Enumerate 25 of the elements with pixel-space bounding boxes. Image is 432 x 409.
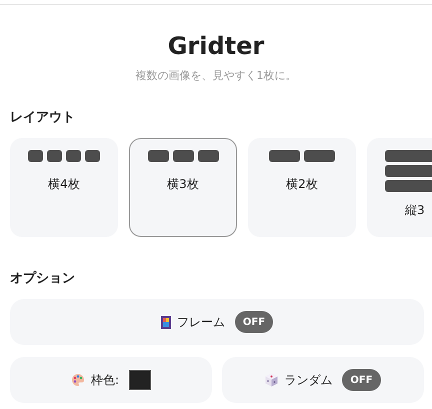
color-swatch[interactable] — [129, 370, 152, 390]
layout-label: 横3枚 — [167, 176, 199, 192]
option-label: ランダム — [284, 372, 332, 388]
layout-preview-icon — [28, 150, 100, 162]
palette-icon — [70, 373, 85, 387]
section-heading: オプション — [10, 270, 76, 288]
layout-option[interactable]: 縦3 — [367, 138, 432, 237]
frame-icon — [160, 316, 171, 328]
app-title: Gridter — [166, 31, 266, 61]
dice-icon — [265, 373, 278, 387]
layout-label: 横2枚 — [286, 176, 318, 192]
layout-option[interactable]: 横3枚 — [129, 138, 237, 237]
layout-label: 縦3 — [405, 202, 425, 218]
layout-option[interactable]: 横2枚 — [248, 138, 356, 237]
layout-preview-icon — [385, 150, 432, 192]
random-toggle[interactable]: OFF — [342, 369, 381, 391]
layout-preview-icon — [269, 150, 335, 162]
option-label: 枠色: — [90, 372, 120, 388]
layout-preview-icon — [148, 150, 218, 162]
frame-toggle[interactable]: OFF — [234, 311, 274, 333]
app-subtitle: 複数の画像を、見やすく1枚に。 — [134, 68, 298, 84]
section-heading: レイアウト — [10, 109, 76, 127]
option-label: フレーム — [176, 314, 225, 330]
layout-option[interactable]: 横4枚 — [10, 138, 118, 237]
layout-label: 横4枚 — [48, 176, 80, 192]
